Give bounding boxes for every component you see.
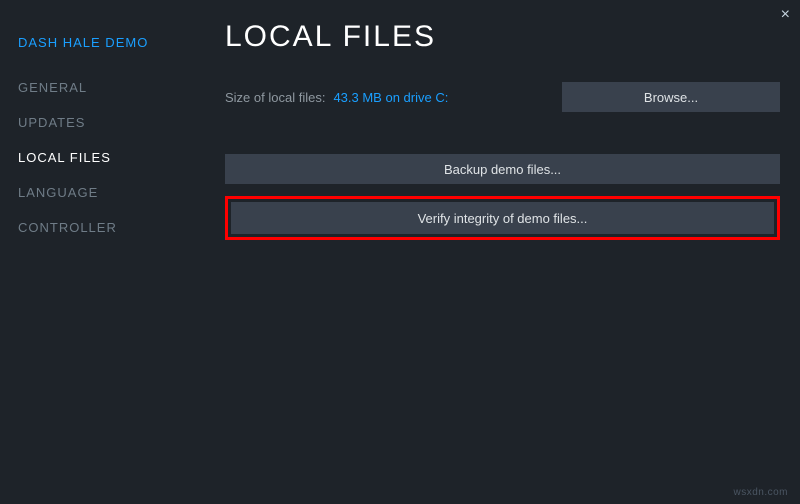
page-title: LOCAL FILES <box>225 20 780 54</box>
browse-button[interactable]: Browse... <box>562 82 780 112</box>
close-icon[interactable]: × <box>781 6 790 24</box>
size-value: 43.3 MB on drive C: <box>333 90 448 105</box>
properties-window: DASH HALE DEMO GENERAL UPDATES LOCAL FIL… <box>0 0 800 504</box>
game-title: DASH HALE DEMO <box>18 35 195 50</box>
size-row: Size of local files: 43.3 MB on drive C:… <box>225 82 780 112</box>
highlight-box: Verify integrity of demo files... <box>225 196 780 240</box>
verify-integrity-button[interactable]: Verify integrity of demo files... <box>231 202 774 234</box>
main-panel: LOCAL FILES Size of local files: 43.3 MB… <box>195 0 800 504</box>
sidebar: DASH HALE DEMO GENERAL UPDATES LOCAL FIL… <box>0 0 195 504</box>
size-label: Size of local files: <box>225 90 325 105</box>
watermark: wsxdn.com <box>733 487 788 498</box>
sidebar-item-controller[interactable]: CONTROLLER <box>18 220 195 235</box>
backup-button[interactable]: Backup demo files... <box>225 154 780 184</box>
sidebar-item-language[interactable]: LANGUAGE <box>18 185 195 200</box>
sidebar-item-updates[interactable]: UPDATES <box>18 115 195 130</box>
sidebar-item-general[interactable]: GENERAL <box>18 80 195 95</box>
sidebar-item-local-files[interactable]: LOCAL FILES <box>18 150 195 165</box>
